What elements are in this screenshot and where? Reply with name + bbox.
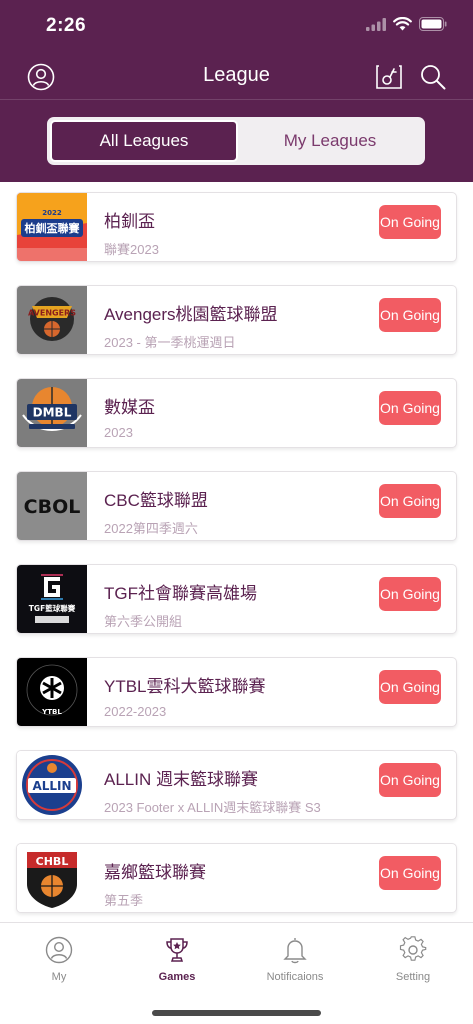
league-title: 數媒盃 — [104, 398, 155, 417]
league-title: Avengers桃園籃球聯盟 — [104, 305, 278, 324]
league-logo: TGF籃球聯賽 — [17, 565, 87, 633]
league-subtitle: 2023 — [104, 425, 133, 440]
tab-setting[interactable]: Setting — [354, 935, 472, 995]
league-logo: AVENGERS — [17, 286, 87, 354]
trophy-icon — [166, 938, 188, 962]
segment-all-leagues[interactable]: All Leagues — [50, 120, 238, 162]
tab-label: Games — [158, 971, 196, 983]
svg-text:2022: 2022 — [42, 209, 62, 217]
league-card[interactable]: TGF籃球聯賽 TGF社會聯賽高雄場 第六季公開組 On Going — [16, 564, 457, 634]
status-badge: On Going — [379, 298, 441, 332]
logo-text: DMBL — [33, 406, 72, 420]
status-badge: On Going — [379, 577, 441, 611]
tab-label: Notificaions — [266, 971, 324, 983]
tab-label: My — [51, 971, 67, 983]
tab-games[interactable]: Games — [118, 935, 236, 995]
status-badge: On Going — [379, 391, 441, 425]
league-title: TGF社會聯賽高雄場 — [104, 584, 257, 603]
bell-icon — [283, 938, 307, 964]
league-card[interactable]: DMBL 數媒盃 2023 On Going — [16, 378, 457, 448]
league-card[interactable]: YTBL YTBL雲科大籃球聯賽 2022-2023 On Going — [16, 657, 457, 727]
league-card[interactable]: CBOL CBC籃球聯盟 2022第四季週六 On Going — [16, 471, 457, 541]
league-subtitle: 2023 Footer x ALLIN週末籃球聯賽 S3 — [104, 800, 321, 815]
league-subtitle: 2022-2023 — [104, 704, 167, 719]
signal-icon — [366, 17, 386, 31]
tab-label: Setting — [395, 971, 431, 983]
status-badge: On Going — [379, 670, 441, 704]
segment-my-leagues[interactable]: My Leagues — [238, 120, 422, 162]
status-icons — [366, 17, 447, 31]
wifi-icon — [393, 17, 412, 31]
league-logo: CHBL — [17, 844, 87, 912]
logo-text: CHBL — [36, 855, 69, 868]
league-title: CBC籃球聯盟 — [104, 491, 208, 510]
league-logo: 柏釧盃聯賽 2022 — [17, 193, 87, 261]
header: 2:26 League All Leagues My Leagues — [0, 0, 473, 182]
league-logo: DMBL — [17, 379, 87, 447]
status-badge: On Going — [379, 205, 441, 239]
league-title: 柏釧盃 — [104, 212, 155, 231]
search-icon — [421, 65, 446, 90]
status-time: 2:26 — [46, 15, 87, 36]
league-title: 嘉鄉籃球聯賽 — [104, 863, 206, 882]
logo-text: YTBL — [41, 708, 62, 716]
league-subtitle: 第六季公開組 — [104, 614, 183, 629]
logo-text: 柏釧盃聯賽 — [25, 221, 81, 235]
app-screen: 2:26 League All Leagues My Leagues 柏釧盃聯賽… — [0, 0, 473, 1024]
league-filter-segmented-control: All Leagues My Leagues — [47, 117, 425, 165]
status-badge: On Going — [379, 484, 441, 518]
league-logo: CBOL — [17, 472, 87, 540]
league-subtitle: 聯賽2023 — [104, 242, 159, 257]
home-indicator[interactable] — [152, 1010, 321, 1016]
status-badge: On Going — [379, 856, 441, 890]
league-title: ALLIN 週末籃球聯賽 — [104, 770, 258, 789]
league-card[interactable]: ALLIN ALLIN 週末籃球聯賽 2023 Footer x ALLIN週末… — [16, 750, 457, 820]
league-subtitle: 2023 - 第一季桃運週日 — [104, 335, 236, 350]
logo-text: TGF籃球聯賽 — [29, 603, 76, 613]
league-subtitle: 第五季 — [104, 893, 144, 908]
logo-text: ALLIN — [32, 779, 71, 793]
scoreboard-button[interactable] — [374, 62, 404, 92]
nav-bar: League — [0, 52, 473, 100]
league-card[interactable]: AVENGERS Avengers桃園籃球聯盟 2023 - 第一季桃運週日 O… — [16, 285, 457, 355]
tab-my[interactable]: My — [0, 935, 118, 995]
logo-text: CBOL — [24, 496, 81, 518]
tab-bar: My Games Notificaions Setting — [0, 922, 473, 1024]
status-badge: On Going — [379, 763, 441, 797]
logo-text: AVENGERS — [28, 309, 76, 318]
league-card[interactable]: 柏釧盃聯賽 2022 柏釧盃 聯賽2023 On Going — [16, 192, 457, 262]
status-bar: 2:26 — [0, 0, 473, 52]
battery-icon — [419, 17, 447, 31]
tab-notifications[interactable]: Notificaions — [236, 935, 354, 995]
gear-icon — [399, 936, 427, 961]
search-button[interactable] — [418, 62, 448, 92]
league-title: YTBL雲科大籃球聯賽 — [104, 677, 266, 696]
league-logo: ALLIN — [17, 751, 87, 819]
league-list: 柏釧盃聯賽 2022 柏釧盃 聯賽2023 On Going AVENGERS — [0, 182, 473, 922]
league-logo: YTBL — [17, 658, 87, 726]
whistle-board-icon — [376, 65, 402, 89]
league-subtitle: 2022第四季週六 — [104, 521, 198, 536]
league-card[interactable]: CHBL 嘉鄉籃球聯賽 第五季 On Going — [16, 843, 457, 913]
person-icon — [45, 936, 73, 964]
